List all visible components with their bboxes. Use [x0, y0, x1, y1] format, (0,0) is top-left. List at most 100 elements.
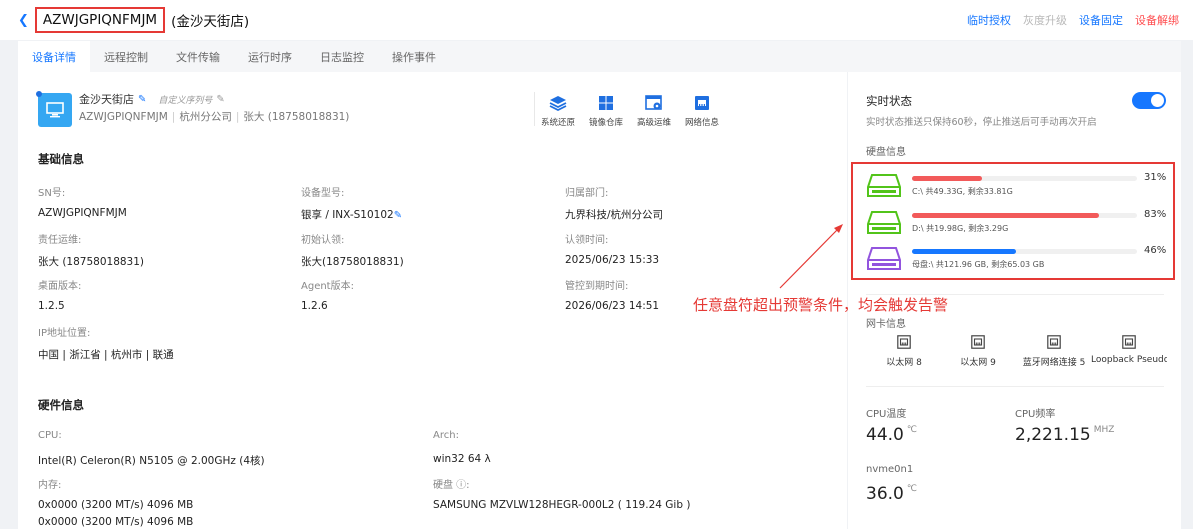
- department-label: 归属部门:: [565, 188, 609, 199]
- nic-label: 以太网 9: [960, 358, 996, 368]
- department-value: 九界科技/杭州分公司: [565, 209, 664, 221]
- disk-row-d: 83% D:\ 共19.98G, 剩余3.29G: [867, 209, 1167, 241]
- quick-action-advanced-ops[interactable]: 高级运维: [631, 92, 677, 128]
- memory-value: 0x0000 (3200 MT/s) 4096 MB: [38, 499, 194, 511]
- nic-item[interactable]: Loopback Pseudo: [1091, 335, 1167, 365]
- gray-upgrade-link[interactable]: 灰度升级: [1023, 12, 1067, 28]
- online-dot: [36, 91, 42, 97]
- gear-window-icon: [645, 92, 663, 114]
- back-arrow-icon[interactable]: ❮: [18, 13, 29, 28]
- sn-value: AZWJGPIQNFMJM: [38, 207, 127, 219]
- cpu-temp-label: CPU温度: [866, 409, 907, 420]
- nic-item[interactable]: 蓝牙网络连接 5: [1012, 335, 1096, 368]
- network-port-icon: [971, 335, 985, 349]
- cpu-value: Intel(R) Celeron(R) N5105 @ 2.00GHz (4核): [38, 455, 265, 467]
- disk-usage-percent: 46%: [1144, 245, 1167, 256]
- network-port-icon: [897, 335, 911, 349]
- claim-time-label: 认领时间:: [565, 235, 609, 246]
- disk-usage-bar-track: [912, 213, 1137, 218]
- edit-model-icon[interactable]: ✎: [394, 210, 402, 221]
- device-card-branch: 杭州分公司: [179, 111, 232, 123]
- disk-usage-percent: 31%: [1144, 172, 1167, 183]
- ops-owner-label: 责任运维:: [38, 235, 82, 246]
- disk-usage-info: 母盘:\ 共121.96 GB, 剩余65.03 GB: [912, 260, 1045, 269]
- windows-icon: [598, 92, 614, 114]
- annotation-text: 任意盘符超出预警条件，均会触发告警: [693, 296, 949, 314]
- cpu-label: CPU:: [38, 430, 62, 441]
- fix-device-link[interactable]: 设备固定: [1079, 12, 1123, 28]
- temp-auth-link[interactable]: 临时授权: [967, 12, 1011, 28]
- header-actions: 临时授权 灰度升级 设备固定 设备解绑: [967, 12, 1179, 28]
- device-card-owner: 张大 (18758018831): [243, 111, 350, 123]
- device-card-meta: AZWJGPIQNFMJM | 杭州分公司 | 张大 (18758018831): [79, 109, 349, 124]
- cpu-temp-value: 44.0 ℃: [866, 425, 917, 445]
- divider: [866, 386, 1164, 387]
- disk-usage-percent: 83%: [1144, 209, 1167, 220]
- disk-usage-info: D:\ 共19.98G, 剩余3.29G: [912, 224, 1009, 233]
- quick-action-label: 系统还原: [540, 118, 575, 128]
- desktop-version-value: 1.2.5: [38, 300, 65, 312]
- disk-usage-bar: [912, 176, 982, 181]
- hard-drive-icon: [867, 211, 901, 234]
- realtime-title: 实时状态: [866, 94, 912, 108]
- realtime-toggle[interactable]: [1132, 92, 1166, 109]
- basic-info-title: 基础信息: [38, 152, 84, 166]
- nic-info-title: 网卡信息: [866, 319, 906, 330]
- quick-action-image-repo[interactable]: 镜像仓库: [583, 92, 629, 128]
- disk-usage-bar-track: [912, 176, 1137, 181]
- tab-device-detail[interactable]: 设备详情: [18, 41, 90, 72]
- nvme-temp-unit: ℃: [906, 484, 917, 494]
- control-expiry-label: 管控到期时间:: [565, 281, 629, 292]
- quick-action-label: 镜像仓库: [588, 118, 623, 128]
- memory-label: 内存:: [38, 480, 62, 491]
- tab-operation-events[interactable]: 操作事件: [378, 41, 450, 72]
- disk-value: SAMSUNG MZVLW128HEGR-000L2 ( 119.24 Gib …: [433, 499, 691, 511]
- network-port-icon: [1047, 335, 1061, 349]
- model-label: 设备型号:: [301, 188, 345, 199]
- disk-usage-bar: [912, 249, 1016, 254]
- ops-owner-value: 张大 (18758018831): [38, 256, 145, 268]
- device-id-title: AZWJGPIQNFMJM: [34, 7, 166, 33]
- tab-log-monitor[interactable]: 日志监控: [306, 41, 378, 72]
- cpu-freq-unit: MHZ: [1093, 425, 1115, 435]
- model-value-text: 银享 / INX-S10102: [301, 209, 394, 221]
- nic-item[interactable]: 以太网 9: [936, 335, 1020, 368]
- hard-drive-icon: [867, 174, 901, 197]
- device-card-name: 金沙天街店: [79, 93, 134, 106]
- layers-icon: [549, 92, 567, 114]
- initial-claim-value: 张大(18758018831): [301, 256, 404, 268]
- cpu-temp-number: 44.0: [866, 425, 904, 445]
- cpu-freq-number: 2,221.15: [1015, 425, 1091, 445]
- quick-action-system-restore[interactable]: 系统还原: [535, 92, 581, 128]
- sn-label: SN号:: [38, 188, 66, 199]
- initial-claim-label: 初始认领:: [301, 235, 345, 246]
- network-port-icon: [1122, 335, 1136, 349]
- device-card-title: 金沙天街店 ✎ 自定义序列号 ✎: [79, 91, 225, 107]
- claim-time-value: 2025/06/23 15:33: [565, 254, 660, 266]
- agent-version-label: Agent版本:: [301, 281, 354, 292]
- disk-row-master: 46% 母盘:\ 共121.96 GB, 剩余65.03 GB: [867, 245, 1167, 277]
- nvme-label: nvme0n1: [866, 464, 914, 475]
- tab-remote-control[interactable]: 远程控制: [90, 41, 162, 72]
- disk-usage-bar: [912, 213, 1099, 218]
- unbind-device-link[interactable]: 设备解绑: [1135, 12, 1179, 28]
- quick-action-network-info[interactable]: 网络信息: [679, 92, 725, 128]
- tab-runtime-sequence[interactable]: 运行时序: [234, 41, 306, 72]
- edit-name-icon[interactable]: ✎: [138, 94, 146, 105]
- disk-usage-highlight: 31% C:\ 共49.33G, 剩余33.81G 83% D:\ 共19.98…: [851, 162, 1175, 280]
- cpu-freq-label: CPU频率: [1015, 409, 1056, 420]
- hardware-info-title: 硬件信息: [38, 398, 84, 412]
- nic-item[interactable]: 以太网 8: [862, 335, 946, 368]
- ip-location-value: 中国 | 浙江省 | 杭州市 | 联通: [38, 349, 174, 361]
- monitor-icon: [36, 91, 72, 127]
- quick-action-label: 高级运维: [636, 118, 671, 128]
- realtime-description: 实时状态推送只保持60秒，停止推送后可手动再次开启: [866, 117, 1097, 128]
- page-header: ❮ AZWJGPIQNFMJM (金沙天街店) 临时授权 灰度升级 设备固定 设…: [0, 0, 1193, 40]
- disk-usage-bar-track: [912, 249, 1137, 254]
- meta-separator: |: [235, 111, 240, 123]
- nic-label: 蓝牙网络连接 5: [1022, 358, 1086, 368]
- desktop-version-label: 桌面版本:: [38, 281, 82, 292]
- tab-file-transfer[interactable]: 文件传输: [162, 41, 234, 72]
- edit-serial-icon[interactable]: ✎: [216, 94, 224, 105]
- cpu-freq-value: 2,221.15 MHZ: [1015, 425, 1114, 445]
